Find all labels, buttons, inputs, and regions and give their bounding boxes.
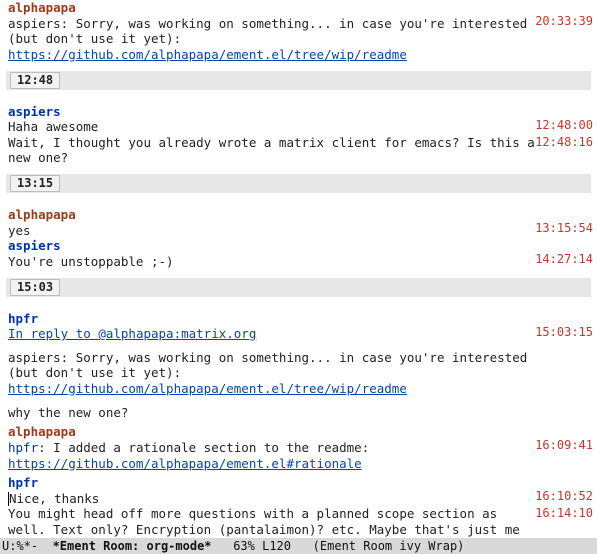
quoted-body: aspiers: Sorry, was working on something… xyxy=(8,350,539,397)
message-body: You're unstoppable ;-) xyxy=(8,254,539,270)
message-body: Nice, thanks xyxy=(8,491,539,507)
message-body: hpfr: I added a rationale section to the… xyxy=(8,440,539,471)
timestamp: 20:33:39 xyxy=(535,14,593,29)
timestamp: 13:15:54 xyxy=(535,221,593,236)
time-divider-label: 12:48 xyxy=(10,72,60,89)
sender-alphapapa: alphapapa xyxy=(8,424,539,440)
message-body: You might head off more questions with a… xyxy=(8,506,539,538)
timestamp: 16:10:52 xyxy=(535,489,593,504)
sender-hpfr: hpfr xyxy=(8,475,539,491)
message: 20:33:39 alphapapa aspiers: Sorry, was w… xyxy=(0,0,597,63)
timestamp: 14:27:14 xyxy=(535,252,593,267)
chat-log: 20:33:39 alphapapa aspiers: Sorry, was w… xyxy=(0,0,597,538)
timestamp: 12:48:16 xyxy=(535,135,593,150)
message-body: Wait, I thought you already wrote a matr… xyxy=(8,135,539,166)
link[interactable]: https://github.com/alphapapa/ement.el/tr… xyxy=(8,47,407,62)
link[interactable]: https://github.com/alphapapa/ement.el/tr… xyxy=(8,381,407,396)
message: 13:15:54 alphapapa yes xyxy=(0,207,597,238)
mode-line-buffer-name: *Ement Room: org-mode* xyxy=(53,539,212,553)
timestamp: 12:48:00 xyxy=(535,118,593,133)
timestamp: 16:09:41 xyxy=(535,438,593,453)
mention-hpfr: hpfr xyxy=(8,440,38,455)
timestamp: 15:03:15 xyxy=(535,325,593,340)
message: 16:10:52 hpfr Nice, thanks xyxy=(0,475,597,506)
mode-line-info: 63% L120 (Ement Room ivy Wrap) xyxy=(212,539,465,553)
timestamp: 16:14:10 xyxy=(535,506,593,521)
sender-hpfr: hpfr xyxy=(8,311,539,327)
message-body: Haha awesome xyxy=(8,119,539,135)
message-body: why the new one? xyxy=(8,405,539,421)
message-text: aspiers: Sorry, was working on something… xyxy=(8,16,527,47)
message-body: yes xyxy=(8,223,539,239)
sender-aspiers: aspiers xyxy=(8,104,539,120)
sender-alphapapa: alphapapa xyxy=(8,0,539,16)
message: 16:09:41 alphapapa hpfr: I added a ratio… xyxy=(0,424,597,471)
time-divider: 15:03 xyxy=(6,278,591,297)
time-divider-label: 13:15 xyxy=(10,175,60,192)
mode-line-flags: U:%*- xyxy=(2,539,53,553)
message: 15:03:15 hpfr In reply to @alphapapa:mat… xyxy=(0,311,597,421)
sender-aspiers: aspiers xyxy=(8,238,539,254)
message: 14:27:14 aspiers You're unstoppable ;-) xyxy=(0,238,597,269)
time-divider: 13:15 xyxy=(6,174,591,193)
message-text: You might head off more questions with a… xyxy=(8,506,520,538)
time-divider: 12:48 xyxy=(6,71,591,90)
message: 12:48:00 aspiers Haha awesome xyxy=(0,104,597,135)
message: 16:14:10 You might head off more questio… xyxy=(0,506,597,538)
message-body: aspiers: Sorry, was working on something… xyxy=(8,16,539,63)
message: 12:48:16 Wait, I thought you already wro… xyxy=(0,135,597,166)
reply-link[interactable]: In reply to @alphapapa:matrix.org xyxy=(8,326,256,341)
link[interactable]: https://github.com/alphapapa/ement.el#ra… xyxy=(8,456,362,471)
message-text: : I added a rationale section to the rea… xyxy=(38,440,369,455)
sender-alphapapa: alphapapa xyxy=(8,207,539,223)
quoted-text: aspiers: Sorry, was working on something… xyxy=(8,350,527,381)
reply-reference: In reply to @alphapapa:matrix.org xyxy=(8,326,539,342)
time-divider-label: 15:03 xyxy=(10,279,60,296)
mode-line: U:%*- *Ement Room: org-mode* 63% L120 (E… xyxy=(0,538,597,554)
